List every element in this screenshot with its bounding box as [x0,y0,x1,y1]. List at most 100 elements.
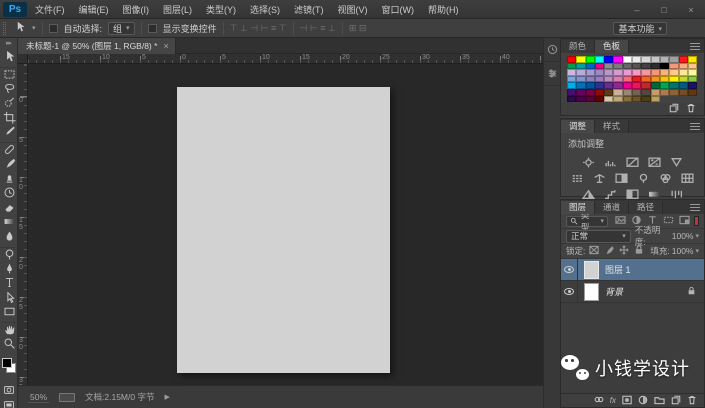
tab-paths[interactable]: 路径 [629,201,664,214]
color-swatch[interactable] [687,88,698,96]
color-swatch[interactable] [567,88,577,96]
color-swatch[interactable] [567,56,577,63]
menu-item-3[interactable]: 图层(L) [163,3,192,16]
clone-stamp-tool[interactable] [0,171,18,186]
tool-preset-arrow-icon[interactable]: ▾ [32,24,36,32]
color-swatch[interactable] [594,56,605,63]
color-swatch[interactable] [567,69,577,76]
color-swatch[interactable] [650,88,660,96]
color-swatch[interactable] [613,82,623,89]
panel-menu-icon[interactable] [690,204,700,211]
color-lookup-icon[interactable] [680,172,695,184]
color-swatch[interactable] [650,56,660,63]
color-swatch[interactable] [687,75,698,83]
layer-mask-icon[interactable] [622,395,632,407]
lock-transparent-icon[interactable] [589,245,600,257]
color-swatch[interactable] [632,62,642,70]
color-swatch[interactable] [632,69,642,76]
lasso-tool[interactable] [0,81,18,96]
color-swatch[interactable] [632,88,642,96]
color-swatch[interactable] [604,95,614,103]
color-swatch[interactable] [613,69,623,76]
tab-adjustments[interactable]: 调整 [561,120,596,133]
new-swatch-icon[interactable] [669,103,679,115]
color-swatch[interactable] [622,95,633,103]
blur-tool[interactable] [0,229,18,244]
tab-color[interactable]: 颜色 [561,40,596,53]
color-swatch[interactable] [669,62,679,70]
visibility-cell[interactable] [561,258,578,281]
layer-group-icon[interactable] [654,395,665,407]
layer-row[interactable]: 背景 [561,280,704,303]
color-swatch[interactable] [678,88,688,96]
color-swatch[interactable] [641,69,651,76]
adjustment-layer-icon[interactable] [638,395,648,407]
color-swatch[interactable] [594,88,605,96]
healing-brush-tool[interactable] [0,142,18,157]
panel-menu-icon[interactable] [690,43,700,50]
visibility-cell[interactable] [561,280,578,303]
color-swatch[interactable] [604,88,614,96]
color-swatch[interactable] [622,56,633,63]
color-swatch[interactable] [576,62,586,70]
eyedropper-tool[interactable] [0,125,18,140]
color-swatch[interactable] [613,75,623,83]
color-swatch[interactable] [594,69,605,76]
menu-item-7[interactable]: 视图(V) [338,3,368,16]
foreground-color-swatch[interactable] [2,358,12,368]
color-swatch[interactable] [613,88,623,96]
color-swatch[interactable] [594,62,605,70]
color-swatch[interactable] [622,75,633,83]
color-swatch[interactable] [650,69,660,76]
canvas-area[interactable] [28,64,543,385]
color-swatch[interactable] [622,69,633,76]
delete-layer-icon[interactable] [687,395,697,407]
color-swatch[interactable] [576,75,586,83]
gradient-tool[interactable] [0,215,18,230]
layer-style-icon[interactable]: fx [610,396,616,405]
lock-paint-icon[interactable] [604,245,614,257]
rectangle-tool[interactable] [0,305,18,320]
color-swatch[interactable] [650,82,660,89]
color-swatch[interactable] [567,75,577,83]
pen-tool[interactable] [0,261,18,276]
color-swatch[interactable] [613,95,623,103]
fill-value[interactable]: 100% [672,246,694,256]
color-swatch[interactable] [641,82,651,89]
new-layer-icon[interactable] [671,395,681,407]
color-swatch[interactable] [678,62,688,70]
panel-menu-icon[interactable] [690,123,700,130]
color-swatch[interactable] [632,82,642,89]
color-swatch[interactable] [632,56,642,63]
document-canvas[interactable] [177,87,390,373]
color-swatch[interactable] [687,62,698,70]
tab-close-icon[interactable]: × [163,41,168,51]
color-swatch[interactable] [622,62,633,70]
color-swatch[interactable] [576,95,586,103]
curves-icon[interactable] [625,156,640,168]
history-brush-tool[interactable] [0,186,18,201]
levels-icon[interactable] [603,156,618,168]
color-swatch[interactable] [678,82,688,89]
color-swatch[interactable] [669,75,679,83]
opacity-value[interactable]: 100% [672,231,694,241]
status-flyout-arrow-icon[interactable]: ▶ [164,393,169,401]
dodge-tool[interactable] [0,246,18,262]
color-swatch[interactable] [650,62,660,70]
color-swatch[interactable] [669,82,679,89]
menu-item-4[interactable]: 类型(Y) [206,3,236,16]
tab-styles[interactable]: 样式 [595,120,630,133]
crop-tool[interactable] [0,110,18,125]
minimize-button[interactable]: – [631,5,643,15]
tab-layers[interactable]: 图层 [561,201,596,214]
menu-item-1[interactable]: 编辑(E) [79,3,109,16]
color-balance-icon[interactable] [592,172,607,184]
layer-row[interactable]: 图层 1 [561,258,704,281]
eye-icon[interactable] [564,266,574,273]
color-swatch[interactable] [585,62,595,70]
layer-thumbnail[interactable] [584,282,599,301]
color-swatch[interactable] [659,69,670,76]
layer-thumbnail[interactable] [584,260,599,279]
menu-item-9[interactable]: 帮助(H) [428,3,459,16]
color-swatch[interactable] [585,88,595,96]
